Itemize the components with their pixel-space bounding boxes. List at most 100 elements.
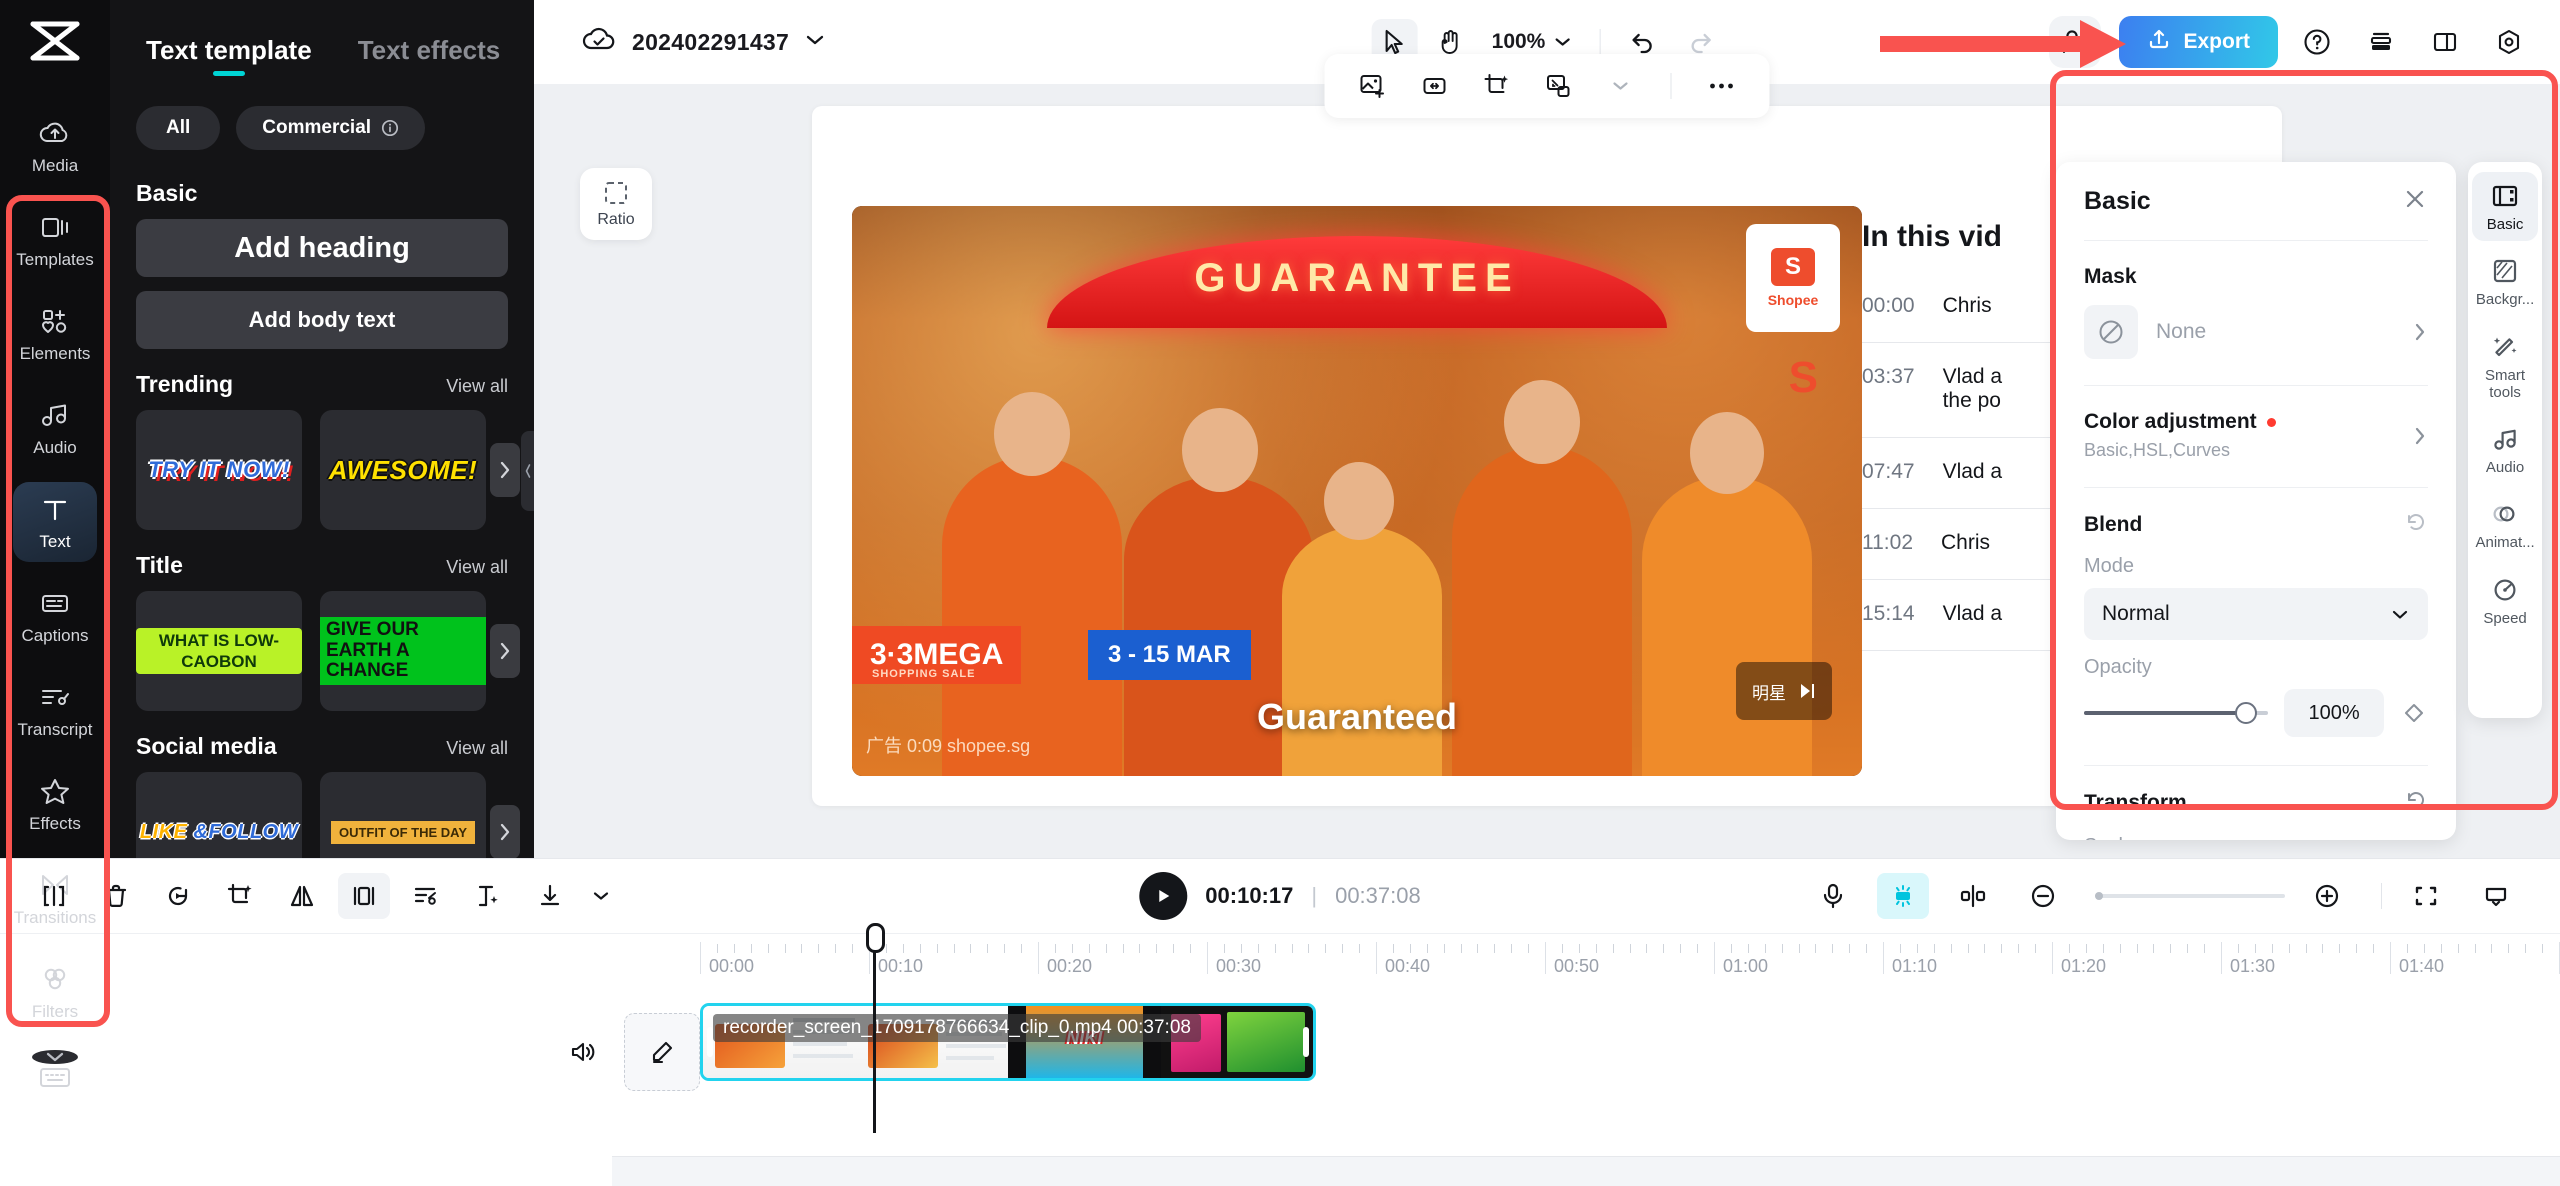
video-play-overlay[interactable]: 明星 bbox=[1736, 662, 1832, 720]
ruler-minor-tick bbox=[1359, 944, 1361, 953]
transform-label: Transform bbox=[2084, 790, 2187, 814]
timeline-zoom-slider[interactable] bbox=[2095, 892, 2285, 900]
template-tile[interactable]: TRY IT NOW! bbox=[136, 410, 302, 530]
panel-collapse-handle[interactable] bbox=[521, 431, 534, 511]
pen-edit-icon[interactable] bbox=[624, 1013, 700, 1091]
timeline-clip[interactable]: recorder_screen_1709178766634_clip_0.mp4… bbox=[700, 1003, 1316, 1081]
sidebar-item-templates[interactable]: Templates bbox=[13, 200, 97, 280]
reset-icon[interactable] bbox=[2404, 510, 2428, 539]
video-preview[interactable]: GUARANTEE S Shopee S 3·3MEGA SHOPPING SA… bbox=[852, 206, 1862, 776]
settings-gear-icon[interactable] bbox=[2484, 17, 2534, 67]
capcut-logo-icon[interactable] bbox=[23, 14, 87, 68]
carousel-next-icon[interactable] bbox=[490, 443, 520, 497]
template-tile[interactable]: WHAT IS LOW-CAOBON bbox=[136, 591, 302, 711]
resize-handle-icon[interactable] bbox=[1413, 64, 1457, 108]
timeline-ruler[interactable]: 00:00 00:10 00:20 00:30 00:40 00:50 01:00 01:10… bbox=[0, 933, 2560, 985]
person-head bbox=[1324, 462, 1394, 540]
sidebar-item-captions[interactable]: Captions bbox=[13, 576, 97, 656]
auto-cut-icon[interactable] bbox=[400, 873, 452, 919]
opacity-slider[interactable] bbox=[2084, 702, 2269, 724]
ruler-minor-tick bbox=[1663, 944, 1665, 953]
blend-mode-select[interactable]: Normal bbox=[2084, 588, 2429, 640]
template-tile[interactable]: OUTFIT OF THE DAY bbox=[320, 772, 486, 858]
tab-text-template[interactable]: Text template bbox=[146, 35, 312, 84]
add-image-icon[interactable] bbox=[1351, 64, 1395, 108]
reset-icon[interactable] bbox=[2404, 788, 2428, 817]
delete-trash-icon[interactable] bbox=[90, 873, 142, 919]
ruler-minor-tick bbox=[2102, 944, 2104, 953]
timeline-bottom-scrollbar[interactable] bbox=[612, 1156, 2560, 1186]
crop-magic-icon[interactable] bbox=[214, 873, 266, 919]
project-title-group[interactable]: 202402291437 bbox=[582, 26, 825, 59]
section-title: Basic bbox=[136, 180, 198, 206]
strip-tab-smart-tools[interactable]: Smart tools bbox=[2472, 323, 2538, 410]
carousel-next-icon[interactable] bbox=[490, 805, 520, 858]
add-heading-button[interactable]: Add heading bbox=[136, 219, 508, 277]
layers-icon[interactable] bbox=[2356, 17, 2406, 67]
opacity-slider-knob[interactable] bbox=[2235, 702, 2258, 724]
zoom-in-icon[interactable] bbox=[2301, 873, 2353, 919]
playhead-line[interactable] bbox=[873, 933, 876, 1133]
carousel-next-icon[interactable] bbox=[490, 624, 520, 678]
microphone-icon[interactable] bbox=[1807, 873, 1859, 919]
opacity-value-input[interactable]: 100% bbox=[2284, 689, 2385, 737]
strip-tab-audio[interactable]: Audio bbox=[2472, 415, 2538, 484]
strip-tab-speed[interactable]: Speed bbox=[2472, 566, 2538, 635]
strip-tab-animation[interactable]: Animat... bbox=[2472, 490, 2538, 559]
chevron-down-icon[interactable] bbox=[1599, 64, 1643, 108]
view-all-trending[interactable]: View all bbox=[446, 376, 508, 397]
crop-magic-icon[interactable] bbox=[1475, 64, 1519, 108]
sidebar-item-text[interactable]: Text bbox=[13, 482, 97, 562]
display-icon[interactable] bbox=[2470, 873, 2522, 919]
mask-row[interactable]: None bbox=[2084, 305, 2428, 385]
timeline-tools-chevron-down-icon[interactable] bbox=[586, 873, 616, 919]
person-head bbox=[1182, 408, 1258, 492]
template-tile[interactable]: LIKE &FOLLOW bbox=[136, 772, 302, 858]
chip-commercial[interactable]: Commercial bbox=[236, 106, 426, 150]
picture-in-picture-icon[interactable] bbox=[1537, 64, 1581, 108]
strip-tab-background[interactable]: Backgr... bbox=[2472, 247, 2538, 316]
download-icon[interactable] bbox=[524, 873, 576, 919]
playhead-handle[interactable] bbox=[866, 923, 885, 953]
question-circle-icon[interactable] bbox=[2292, 17, 2342, 67]
split-sparkle-icon[interactable] bbox=[462, 873, 514, 919]
template-tile[interactable]: AWESOME! bbox=[320, 410, 486, 530]
ruler-minor-tick bbox=[1443, 944, 1445, 953]
split-clip-icon[interactable] bbox=[1947, 873, 1999, 919]
split-view-icon[interactable] bbox=[2420, 17, 2470, 67]
color-adjustment-row[interactable]: Color adjustment Basic,HSL,Curves bbox=[2084, 386, 2428, 487]
more-dots-icon[interactable] bbox=[1700, 64, 1744, 108]
keyframe-diamond-icon[interactable] bbox=[2400, 699, 2428, 727]
play-button[interactable] bbox=[1139, 872, 1188, 920]
sidebar-item-audio[interactable]: Audio bbox=[13, 388, 97, 468]
chip-all[interactable]: All bbox=[136, 106, 221, 150]
template-tile[interactable]: GIVE OUR EARTH A CHANGE bbox=[320, 591, 486, 711]
timeline-zoom-knob[interactable] bbox=[2095, 892, 2103, 900]
rotate-play-icon[interactable] bbox=[152, 873, 204, 919]
tab-text-effects[interactable]: Text effects bbox=[358, 35, 501, 84]
beat-marker-icon[interactable] bbox=[1877, 873, 1929, 919]
strip-tab-basic[interactable]: Basic bbox=[2472, 172, 2539, 242]
mirror-flip-icon[interactable] bbox=[276, 873, 328, 919]
no-mask-icon bbox=[2084, 305, 2138, 359]
sidebar-item-transcript[interactable]: Transcript bbox=[13, 670, 97, 750]
sidebar-item-media[interactable]: Media bbox=[13, 106, 97, 186]
speaker-icon[interactable] bbox=[560, 1029, 606, 1075]
zoom-level-dropdown[interactable]: 100% bbox=[1484, 30, 1580, 54]
clip-trim-handle-right[interactable] bbox=[1303, 1027, 1309, 1057]
close-icon[interactable] bbox=[2402, 186, 2428, 217]
fit-screen-icon[interactable] bbox=[2400, 873, 2452, 919]
export-button[interactable]: Export bbox=[2119, 16, 2278, 68]
view-all-social[interactable]: View all bbox=[446, 738, 508, 759]
freeze-frame-icon[interactable] bbox=[338, 873, 390, 919]
sidebar-item-elements[interactable]: Elements bbox=[13, 294, 97, 374]
zoom-out-icon[interactable] bbox=[2017, 873, 2069, 919]
select-range-icon[interactable] bbox=[28, 873, 80, 919]
view-all-title[interactable]: View all bbox=[446, 557, 508, 578]
video-headline: GUARANTEE bbox=[1194, 255, 1520, 300]
ruler-label: 00:50 bbox=[1554, 956, 1600, 976]
project-chevron-down-icon[interactable] bbox=[805, 33, 825, 52]
add-body-text-button[interactable]: Add body text bbox=[136, 291, 508, 349]
sidebar-item-effects[interactable]: Effects bbox=[13, 764, 97, 844]
clip-trim-handle-left[interactable] bbox=[707, 1027, 713, 1057]
